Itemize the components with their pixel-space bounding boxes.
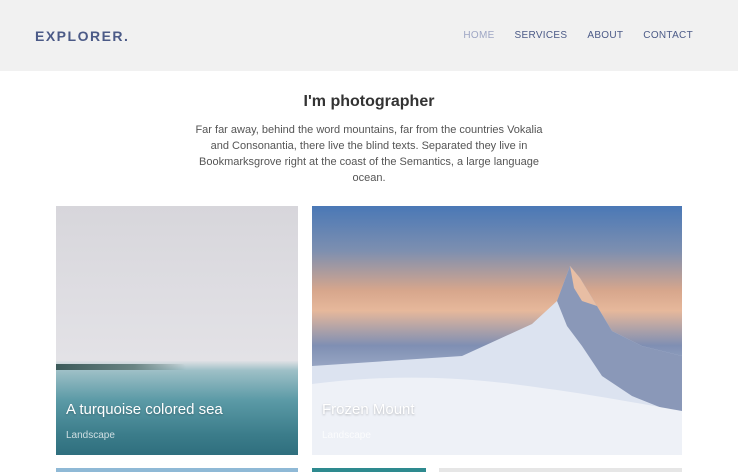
- gallery-card-sea[interactable]: A turquoise colored sea Landscape: [56, 206, 298, 455]
- gallery-card-mountain[interactable]: Frozen Mount Landscape: [312, 206, 682, 455]
- main-nav: HOME SERVICES ABOUT CONTACT: [463, 30, 693, 41]
- card-category: Landscape: [66, 430, 115, 441]
- card-category: Landscape: [322, 430, 371, 441]
- nav-home[interactable]: HOME: [463, 30, 494, 41]
- gallery-card-peek[interactable]: [56, 468, 298, 472]
- sea-horizon-image: [56, 364, 186, 370]
- intro-paragraph: Far far away, behind the word mountains,…: [195, 124, 543, 184]
- nav-contact[interactable]: CONTACT: [643, 30, 693, 41]
- site-header: EXPLORER. HOME SERVICES ABOUT CONTACT: [0, 0, 738, 71]
- card-title: A turquoise colored sea: [66, 401, 223, 418]
- card-title: Frozen Mount: [322, 401, 415, 418]
- nav-about[interactable]: ABOUT: [587, 30, 623, 41]
- gallery-card-peek[interactable]: [439, 468, 682, 472]
- gallery-card-peek[interactable]: [312, 468, 426, 472]
- intro-heading: I'm photographer: [303, 93, 435, 110]
- site-logo[interactable]: EXPLORER.: [35, 28, 129, 44]
- nav-services[interactable]: SERVICES: [515, 30, 568, 41]
